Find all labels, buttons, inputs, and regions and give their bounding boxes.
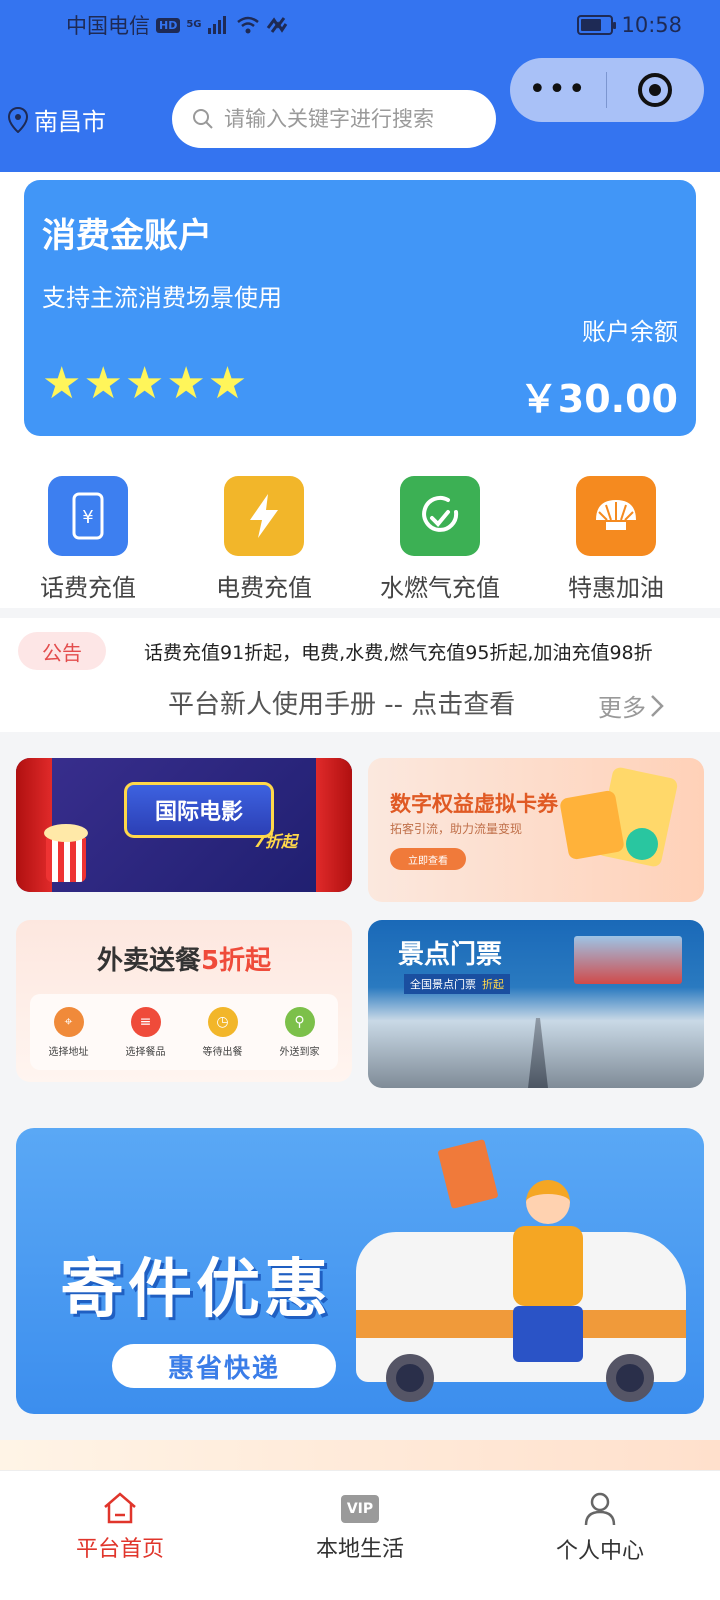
express-subtitle: 惠省快递 xyxy=(112,1344,336,1388)
curtain-right xyxy=(316,758,352,892)
service-label: 水燃气充值 xyxy=(380,574,500,602)
more-label: 更多 xyxy=(598,694,646,722)
express-title: 寄件优惠 xyxy=(60,1253,332,1327)
search-icon xyxy=(193,109,213,129)
scooter-icon: ⚲ xyxy=(284,1006,315,1037)
food-title: 外卖送餐5折起 xyxy=(96,946,272,976)
service-water-gas[interactable]: 水燃气充值 xyxy=(352,440,528,608)
balance-label: 账户余额 xyxy=(582,318,678,346)
search-input[interactable] xyxy=(224,107,474,131)
food-step: ◷ 等待出餐 xyxy=(203,1006,243,1058)
movie-promo-banner[interactable]: 国际电影 7折起 xyxy=(16,758,352,892)
tab-profile[interactable]: 个人中心 xyxy=(480,1471,720,1600)
digital-voucher-banner[interactable]: 数字权益虚拟卡券 拓客引流，助力流量变现 立即查看 xyxy=(368,758,704,902)
scenic-photo xyxy=(574,936,682,984)
location-icon: ⌖ xyxy=(53,1006,84,1037)
movie-discount: 7折起 xyxy=(254,832,298,851)
battery-icon xyxy=(577,15,617,35)
notice-marquee[interactable]: 话费充值91折起，电费,水费,燃气充值95折起,加油充值98折 xyxy=(144,638,653,665)
more-menu-button[interactable]: ••• xyxy=(510,75,606,105)
status-bar: 中国电信 HD 5G 10:58 xyxy=(66,10,682,40)
balance-amount: ￥30.00 xyxy=(519,377,678,421)
service-label: 电费充值 xyxy=(216,574,312,602)
courier-illustration xyxy=(508,1180,588,1362)
food-step: ⌖ 选择地址 xyxy=(49,1006,89,1058)
service-phone-recharge[interactable]: ¥ 话费充值 xyxy=(0,440,176,608)
close-miniprogram-button[interactable] xyxy=(607,73,703,107)
notice-section: 公告 话费充值91折起，电费,水费,燃气充值95折起,加油充值98折 平台新人使… xyxy=(0,618,720,732)
newbie-guide-link[interactable]: 平台新人使用手册 -- 点击查看 xyxy=(168,684,515,721)
home-icon xyxy=(104,1492,136,1524)
clock: 10:58 xyxy=(621,13,682,37)
vip-icon: VIP xyxy=(341,1495,379,1523)
account-title: 消费金账户 xyxy=(42,216,212,256)
service-fuel[interactable]: 特惠加油 xyxy=(528,440,704,608)
signal-icon xyxy=(207,16,226,34)
digital-view-button[interactable]: 立即查看 xyxy=(390,848,466,870)
wifi-icon xyxy=(236,16,259,34)
service-electricity[interactable]: 电费充值 xyxy=(176,440,352,608)
water-gas-icon xyxy=(400,476,480,556)
fuel-icon xyxy=(576,476,656,556)
tab-label: 本地生活 xyxy=(315,1537,404,1562)
tower-image xyxy=(528,1018,548,1088)
miniprogram-capsule: ••• xyxy=(510,58,704,122)
tab-label: 个人中心 xyxy=(555,1539,644,1564)
food-step: ⚲ 外送到家 xyxy=(280,1006,320,1058)
star-rating: ★★★★★ xyxy=(42,358,250,409)
account-card[interactable]: 消费金账户 支持主流消费场景使用 账户余额 ★★★★★ ￥30.00 xyxy=(24,180,696,436)
sync-icon xyxy=(266,17,287,33)
service-label: 话费充值 xyxy=(40,574,136,602)
movie-title: 国际电影 xyxy=(124,782,274,838)
account-section: 消费金账户 支持主流消费场景使用 账户余额 ★★★★★ ￥30.00 xyxy=(0,172,720,440)
next-banner-peek xyxy=(0,1440,720,1470)
tab-home[interactable]: 平台首页 xyxy=(0,1471,240,1600)
more-link[interactable]: 更多 xyxy=(598,688,664,723)
food-steps: ⌖ 选择地址 ≡ 选择餐品 ◷ 等待出餐 ⚲ 外送到家 xyxy=(30,994,338,1070)
location-pin-icon xyxy=(8,106,28,133)
voucher-card-icon xyxy=(559,789,625,861)
carrier-label: 中国电信 xyxy=(66,14,150,38)
scenic-subtitle: 全国景点门票 折起 xyxy=(404,974,510,994)
search-box[interactable] xyxy=(172,90,496,148)
clock-icon: ◷ xyxy=(207,1006,238,1037)
digital-subtitle: 拓客引流，助力流量变现 xyxy=(390,822,523,836)
scenic-title: 景点门票 xyxy=(398,940,503,970)
svg-text:¥: ¥ xyxy=(82,507,93,528)
scenic-ticket-banner[interactable]: 景点门票 全国景点门票 折起 xyxy=(368,920,704,1088)
app-logo-icon xyxy=(626,828,658,860)
tab-label: 平台首页 xyxy=(75,1537,164,1562)
city-selector[interactable]: 南昌市 xyxy=(8,102,106,137)
notice-tag: 公告 xyxy=(18,632,106,670)
user-icon xyxy=(584,1492,616,1526)
express-banner[interactable]: 寄件优惠 惠省快递 xyxy=(16,1128,704,1414)
tab-local-life[interactable]: VIP 本地生活 xyxy=(240,1471,480,1600)
phone-recharge-icon: ¥ xyxy=(48,476,128,556)
lightning-icon xyxy=(224,476,304,556)
chevron-right-icon xyxy=(651,694,664,717)
digital-title: 数字权益虚拟卡券 xyxy=(390,792,558,816)
target-icon xyxy=(638,73,672,107)
account-subtitle: 支持主流消费场景使用 xyxy=(42,284,282,312)
network-label: 5G xyxy=(186,19,202,30)
service-label: 特惠加油 xyxy=(568,574,664,602)
burger-icon: ≡ xyxy=(130,1006,161,1037)
food-delivery-banner[interactable]: 外卖送餐5折起 ⌖ 选择地址 ≡ 选择餐品 ◷ 等待出餐 ⚲ 外送到家 xyxy=(16,920,352,1082)
food-step: ≡ 选择餐品 xyxy=(126,1006,166,1058)
popcorn-icon xyxy=(44,824,88,882)
quick-services: ¥ 话费充值 电费充值 水燃气充值 特惠加油 xyxy=(0,440,720,608)
hd-badge: HD xyxy=(156,17,181,33)
bottom-tab-bar: 平台首页 VIP 本地生活 个人中心 xyxy=(0,1470,720,1600)
parcel-icon xyxy=(437,1139,499,1209)
city-label: 南昌市 xyxy=(34,108,106,136)
header-bar: 中国电信 HD 5G 10:58 南昌市 ••• xyxy=(0,0,720,172)
